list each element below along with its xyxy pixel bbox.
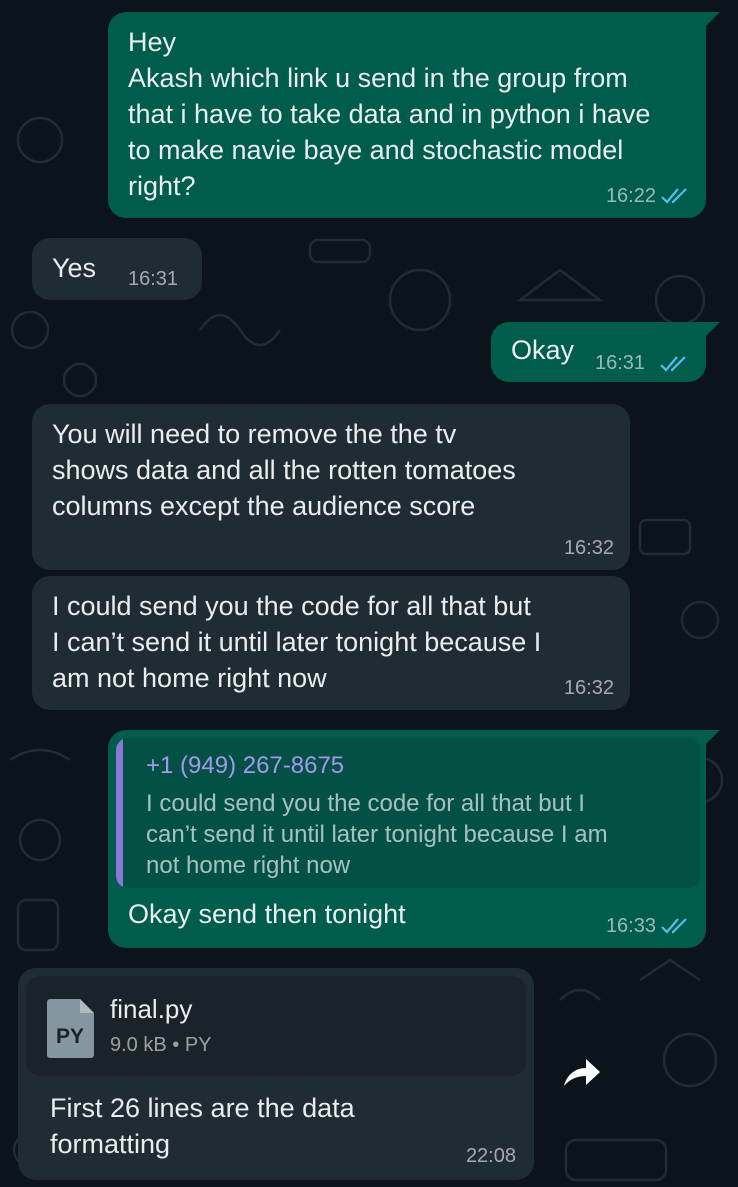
file-attachment-card[interactable]: PY final.py 9.0 kB • PY (26, 976, 526, 1076)
message-text: You will need to remove the the tv shows… (52, 419, 516, 521)
incoming-message-bubble[interactable]: Yes 16:31 (32, 238, 202, 300)
message-time: 16:31 (128, 268, 179, 290)
file-icon-label: PY (56, 1025, 84, 1048)
message-time: 16:22 (605, 185, 656, 207)
read-receipt-icon (660, 356, 686, 372)
file-type: PY (184, 1034, 212, 1056)
quoted-text: I could send you the code for all that b… (146, 790, 608, 879)
bubble-tail (704, 322, 720, 338)
incoming-file-message[interactable]: PY final.py 9.0 kB • PY First 26 lines a… (18, 968, 534, 1180)
message-time: 16:31 (595, 352, 646, 374)
meta-separator: • (172, 1034, 180, 1056)
file-name: final.py (110, 994, 193, 1024)
bubble-tail (704, 12, 720, 28)
outgoing-reply-bubble[interactable]: +1 (949) 267-8675 I could send you the c… (108, 730, 720, 948)
message-time: 16:33 (605, 915, 656, 937)
file-size: 9.0 kB (110, 1034, 167, 1056)
forward-arrow-icon[interactable] (558, 1052, 602, 1092)
outgoing-message-bubble[interactable]: Hey Akash which link u send in the group… (108, 12, 720, 218)
message-text: First 26 lines are the data formatting (50, 1093, 355, 1159)
message-time: 16:32 (563, 537, 614, 559)
read-receipt-icon (661, 188, 687, 204)
incoming-message-bubble[interactable]: You will need to remove the the tv shows… (32, 404, 630, 570)
message-text: I could send you the code for all that b… (52, 591, 542, 693)
quoted-message[interactable]: +1 (949) 267-8675 I could send you the c… (116, 738, 700, 888)
message-time: 22:08 (465, 1145, 516, 1167)
read-receipt-icon (661, 918, 687, 934)
message-text: Okay send then tonight (128, 899, 406, 929)
message-text: Yes (52, 253, 97, 283)
bubble-tail (704, 730, 720, 746)
message-text: Okay (511, 335, 575, 365)
outgoing-message-bubble[interactable]: Okay 16:31 (491, 322, 720, 382)
incoming-message-bubble[interactable]: I could send you the code for all that b… (32, 576, 630, 710)
quoted-author: +1 (949) 267-8675 (146, 752, 345, 779)
file-meta: 9.0 kB • PY (110, 1034, 212, 1057)
message-text: Hey Akash which link u send in the group… (128, 27, 651, 201)
document-icon: PY (47, 999, 94, 1058)
quote-accent-bar (116, 738, 123, 888)
message-time: 16:32 (563, 677, 614, 699)
